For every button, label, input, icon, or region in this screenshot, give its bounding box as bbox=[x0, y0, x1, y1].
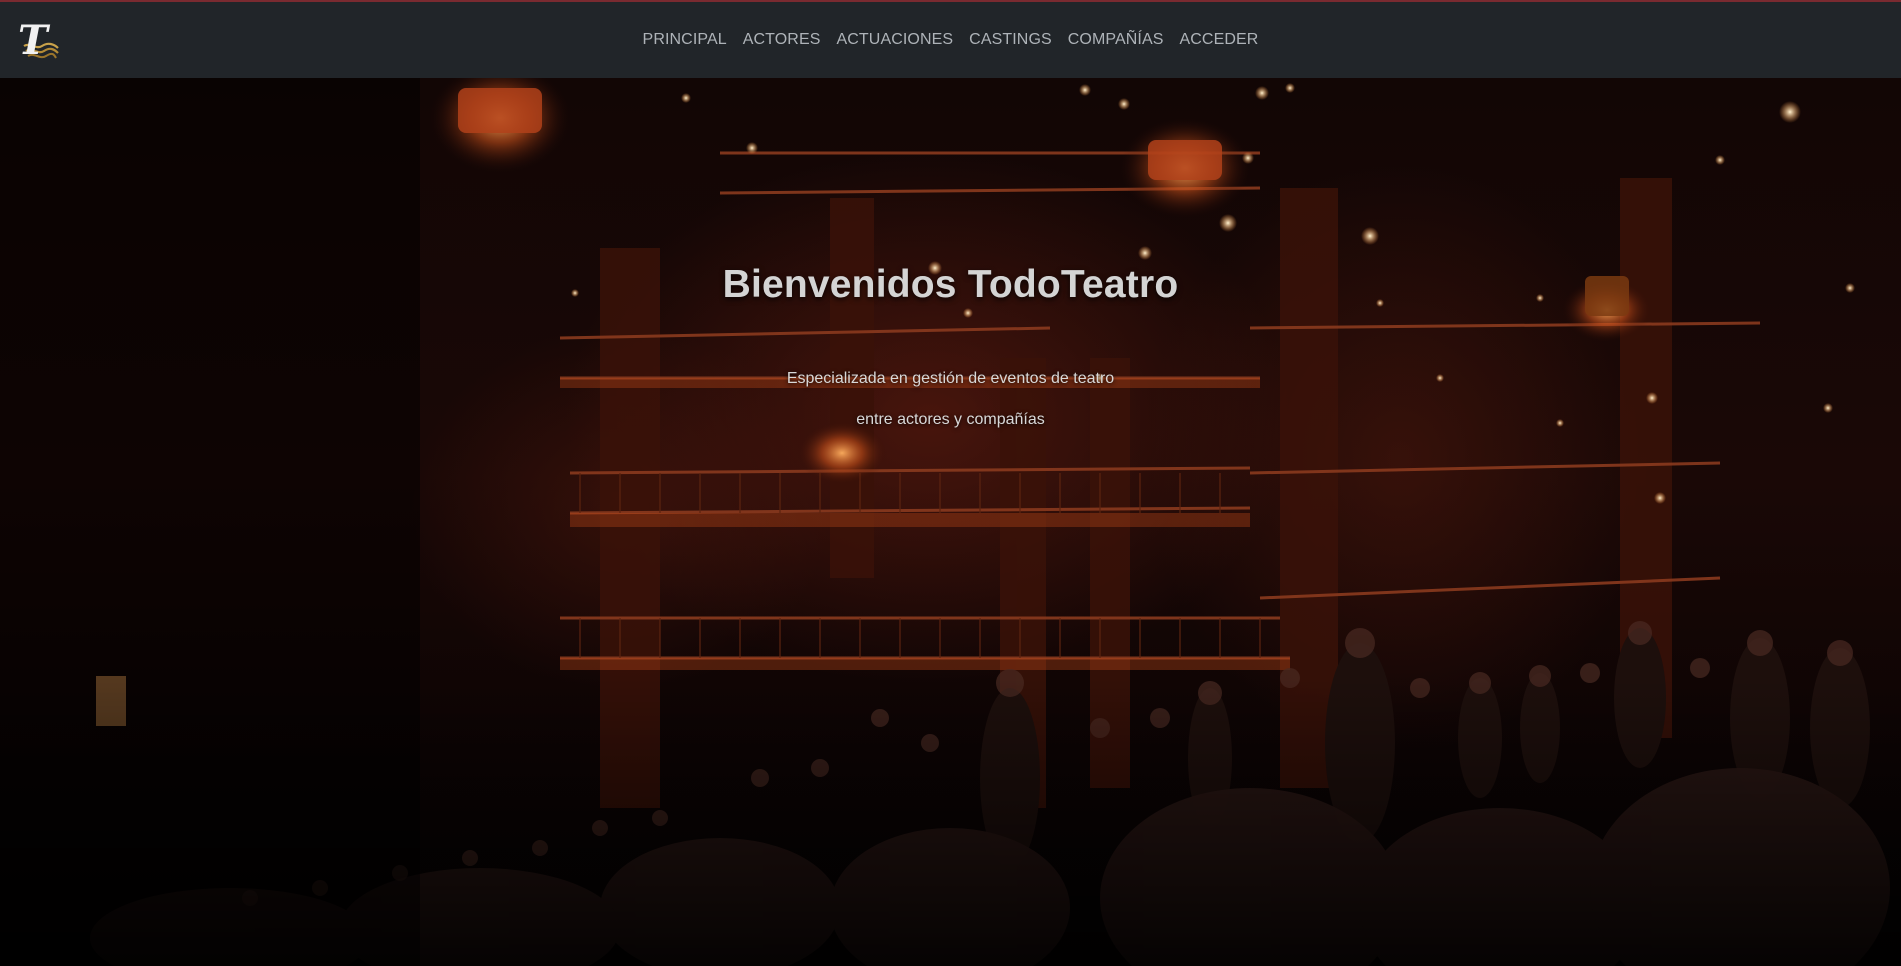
hero-section: Bienvenidos TodoTeatro Especializada en … bbox=[0, 78, 1901, 966]
nav-link-companias[interactable]: COMPAÑÍAS bbox=[1068, 30, 1164, 50]
hero-subtitle-line-2: entre actores y compañías bbox=[856, 411, 1045, 428]
hero-title: Bienvenidos TodoTeatro bbox=[722, 263, 1179, 306]
nav-link-actores[interactable]: ACTORES bbox=[743, 30, 821, 50]
hero-content: Bienvenidos TodoTeatro Especializada en … bbox=[0, 78, 1901, 966]
nav-link-principal[interactable]: PRINCIPAL bbox=[643, 30, 727, 50]
top-navbar: T PRINCIPAL ACTORES ACTUACIONES CASTINGS… bbox=[0, 0, 1901, 78]
nav-link-castings[interactable]: CASTINGS bbox=[969, 30, 1052, 50]
nav-link-actuaciones[interactable]: ACTUACIONES bbox=[837, 30, 954, 50]
nav-menu: PRINCIPAL ACTORES ACTUACIONES CASTINGS C… bbox=[0, 2, 1901, 78]
nav-link-acceder[interactable]: ACCEDER bbox=[1180, 30, 1259, 50]
hero-subtitle-line-1: Especializada en gestión de eventos de t… bbox=[786, 370, 1115, 387]
